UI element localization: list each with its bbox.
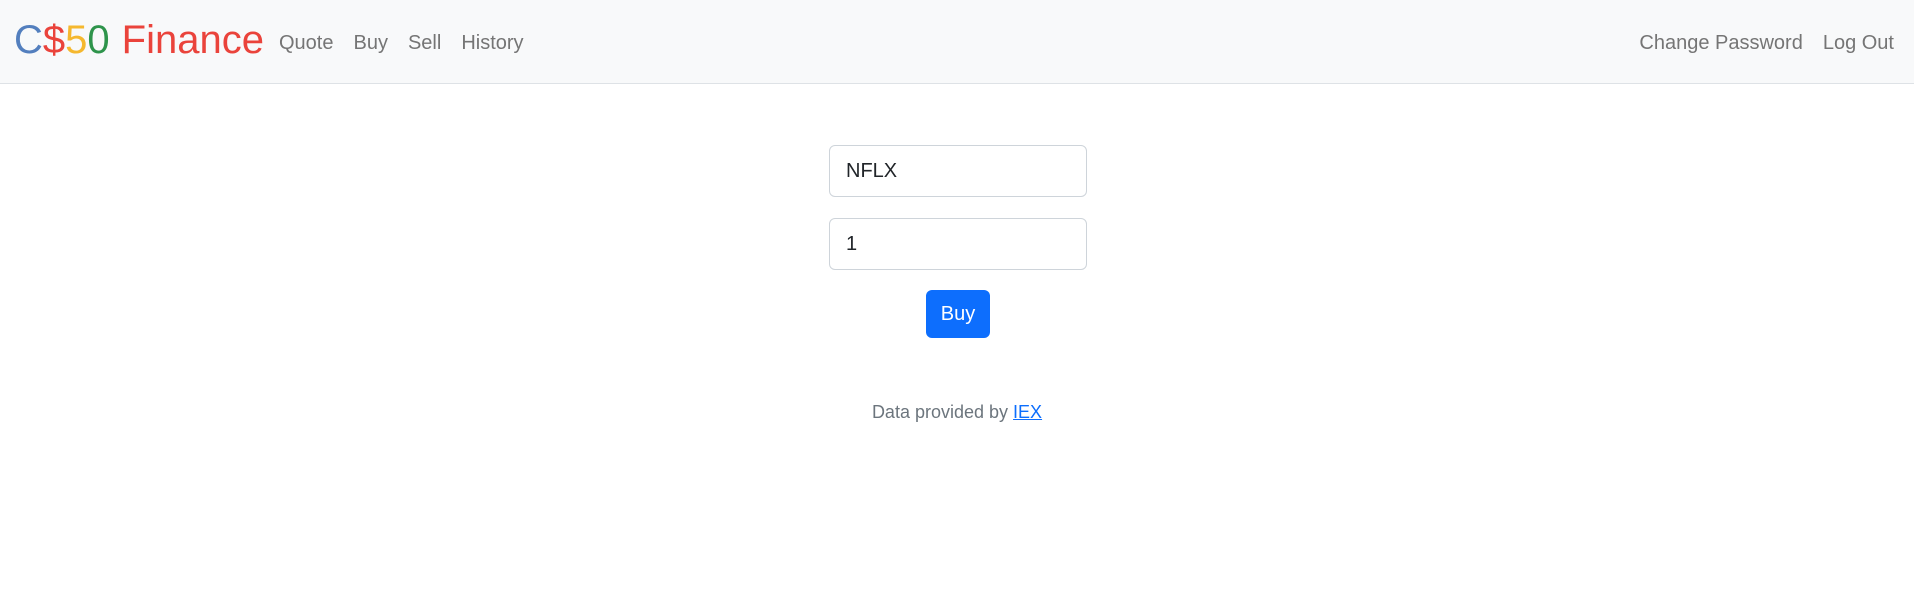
nav-link-change-password[interactable]: Change Password <box>1639 29 1802 57</box>
buy-submit-button[interactable]: Buy <box>926 290 990 338</box>
brand-letter-dollar: $ <box>42 18 66 62</box>
nav-link-buy[interactable]: Buy <box>353 29 387 57</box>
brand-logo-link[interactable]: C$50 Finance <box>14 16 264 64</box>
brand-letter-zero: 0 <box>87 18 110 62</box>
nav-link-quote[interactable]: Quote <box>279 29 333 57</box>
nav-right-menu: Change Password Log Out <box>1619 29 1894 57</box>
navbar: C$50 Finance Quote Buy Sell History Chang… <box>0 0 1914 84</box>
nav-left-menu: Quote Buy Sell History <box>279 29 544 57</box>
brand-letter-five: 5 <box>65 18 88 62</box>
footer-attribution-text: Data provided by <box>871 402 1009 422</box>
brand-letter-c: C <box>14 18 43 62</box>
iex-link[interactable]: IEX <box>1013 402 1042 422</box>
nav-link-log-out[interactable]: Log Out <box>1823 29 1894 57</box>
shares-input[interactable] <box>829 218 1087 270</box>
symbol-input[interactable] <box>829 145 1087 197</box>
footer: Data provided by IEX <box>0 400 1914 424</box>
nav-link-sell[interactable]: Sell <box>408 29 441 57</box>
nav-link-history[interactable]: History <box>461 29 523 57</box>
brand-word-finance: Finance <box>121 18 264 62</box>
